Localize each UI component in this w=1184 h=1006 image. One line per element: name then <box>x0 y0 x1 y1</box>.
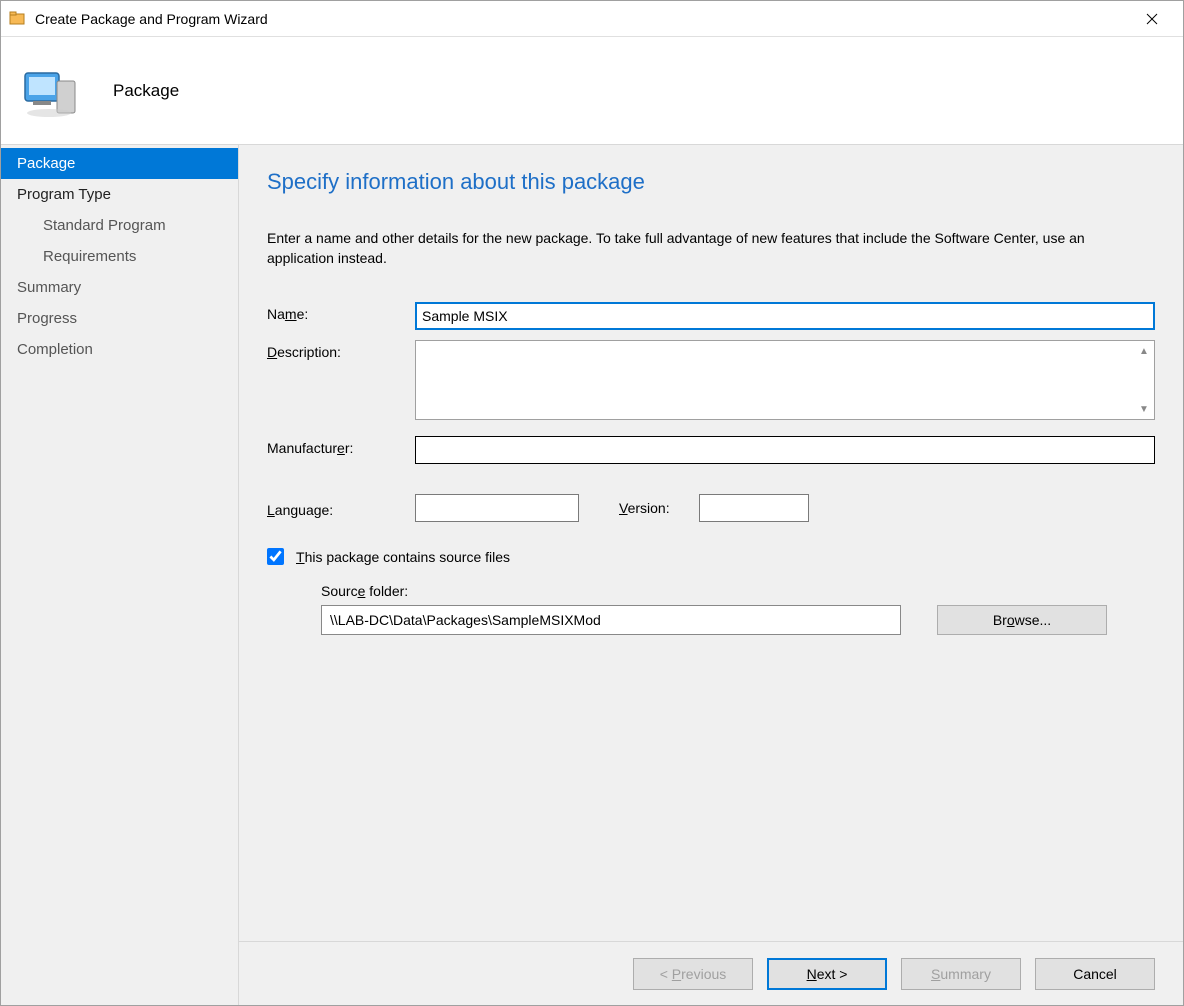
label-name: Name: <box>267 302 415 322</box>
language-input[interactable] <box>415 494 579 522</box>
sidebar-item-standard-program[interactable]: Standard Program <box>1 210 238 241</box>
close-icon <box>1146 13 1158 25</box>
header-title: Package <box>113 81 179 101</box>
content: Specify information about this package E… <box>239 145 1183 1005</box>
summary-button: Summary <box>901 958 1021 990</box>
wizard-window: Create Package and Program Wizard Packag… <box>0 0 1184 1006</box>
previous-button: < Previous <box>633 958 753 990</box>
row-source-folder: Browse... <box>321 605 1155 635</box>
label-version: Version: <box>619 500 699 516</box>
sidebar-item-summary[interactable]: Summary <box>1 272 238 303</box>
row-name: Name: <box>267 302 1155 330</box>
manufacturer-input[interactable] <box>415 436 1155 464</box>
row-description: Description: ▲ ▼ <box>267 340 1155 420</box>
source-section: Source folder: Browse... <box>267 583 1155 635</box>
next-button[interactable]: Next > <box>767 958 887 990</box>
row-contains-source: This package contains source files <box>267 548 1155 565</box>
package-icon <box>19 59 83 123</box>
cancel-button[interactable]: Cancel <box>1035 958 1155 990</box>
app-icon <box>9 11 25 27</box>
sidebar-item-progress[interactable]: Progress <box>1 303 238 334</box>
description-container: ▲ ▼ <box>415 340 1155 420</box>
sidebar-item-program-type[interactable]: Program Type <box>1 179 238 210</box>
sidebar-item-requirements[interactable]: Requirements <box>1 241 238 272</box>
label-language: Language: <box>267 498 415 518</box>
source-folder-input[interactable] <box>321 605 901 635</box>
label-contains-source: This package contains source files <box>296 549 510 565</box>
body: Package Program Type Standard Program Re… <box>1 145 1183 1005</box>
name-input[interactable] <box>415 302 1155 330</box>
scroll-up-icon[interactable]: ▲ <box>1136 343 1152 359</box>
titlebar-title: Create Package and Program Wizard <box>35 11 1129 27</box>
footer: < Previous Next > Summary Cancel <box>239 941 1183 1005</box>
sidebar-item-package[interactable]: Package <box>1 148 238 179</box>
row-manufacturer: Manufacturer: <box>267 436 1155 464</box>
label-source-folder: Source folder: <box>321 583 1155 599</box>
browse-button[interactable]: Browse... <box>937 605 1107 635</box>
close-button[interactable] <box>1129 3 1175 35</box>
scroll-down-icon[interactable]: ▼ <box>1136 401 1152 417</box>
label-manufacturer: Manufacturer: <box>267 436 415 456</box>
contains-source-checkbox[interactable] <box>267 548 284 565</box>
label-description: Description: <box>267 340 415 360</box>
page-title: Specify information about this package <box>267 169 1155 195</box>
row-language-version: Language: Version: <box>267 494 1155 522</box>
sidebar-item-completion[interactable]: Completion <box>1 334 238 365</box>
description-input[interactable] <box>416 341 1134 419</box>
titlebar: Create Package and Program Wizard <box>1 1 1183 37</box>
header: Package <box>1 37 1183 145</box>
instructions: Enter a name and other details for the n… <box>267 229 1155 268</box>
version-input[interactable] <box>699 494 809 522</box>
sidebar: Package Program Type Standard Program Re… <box>1 145 239 1005</box>
